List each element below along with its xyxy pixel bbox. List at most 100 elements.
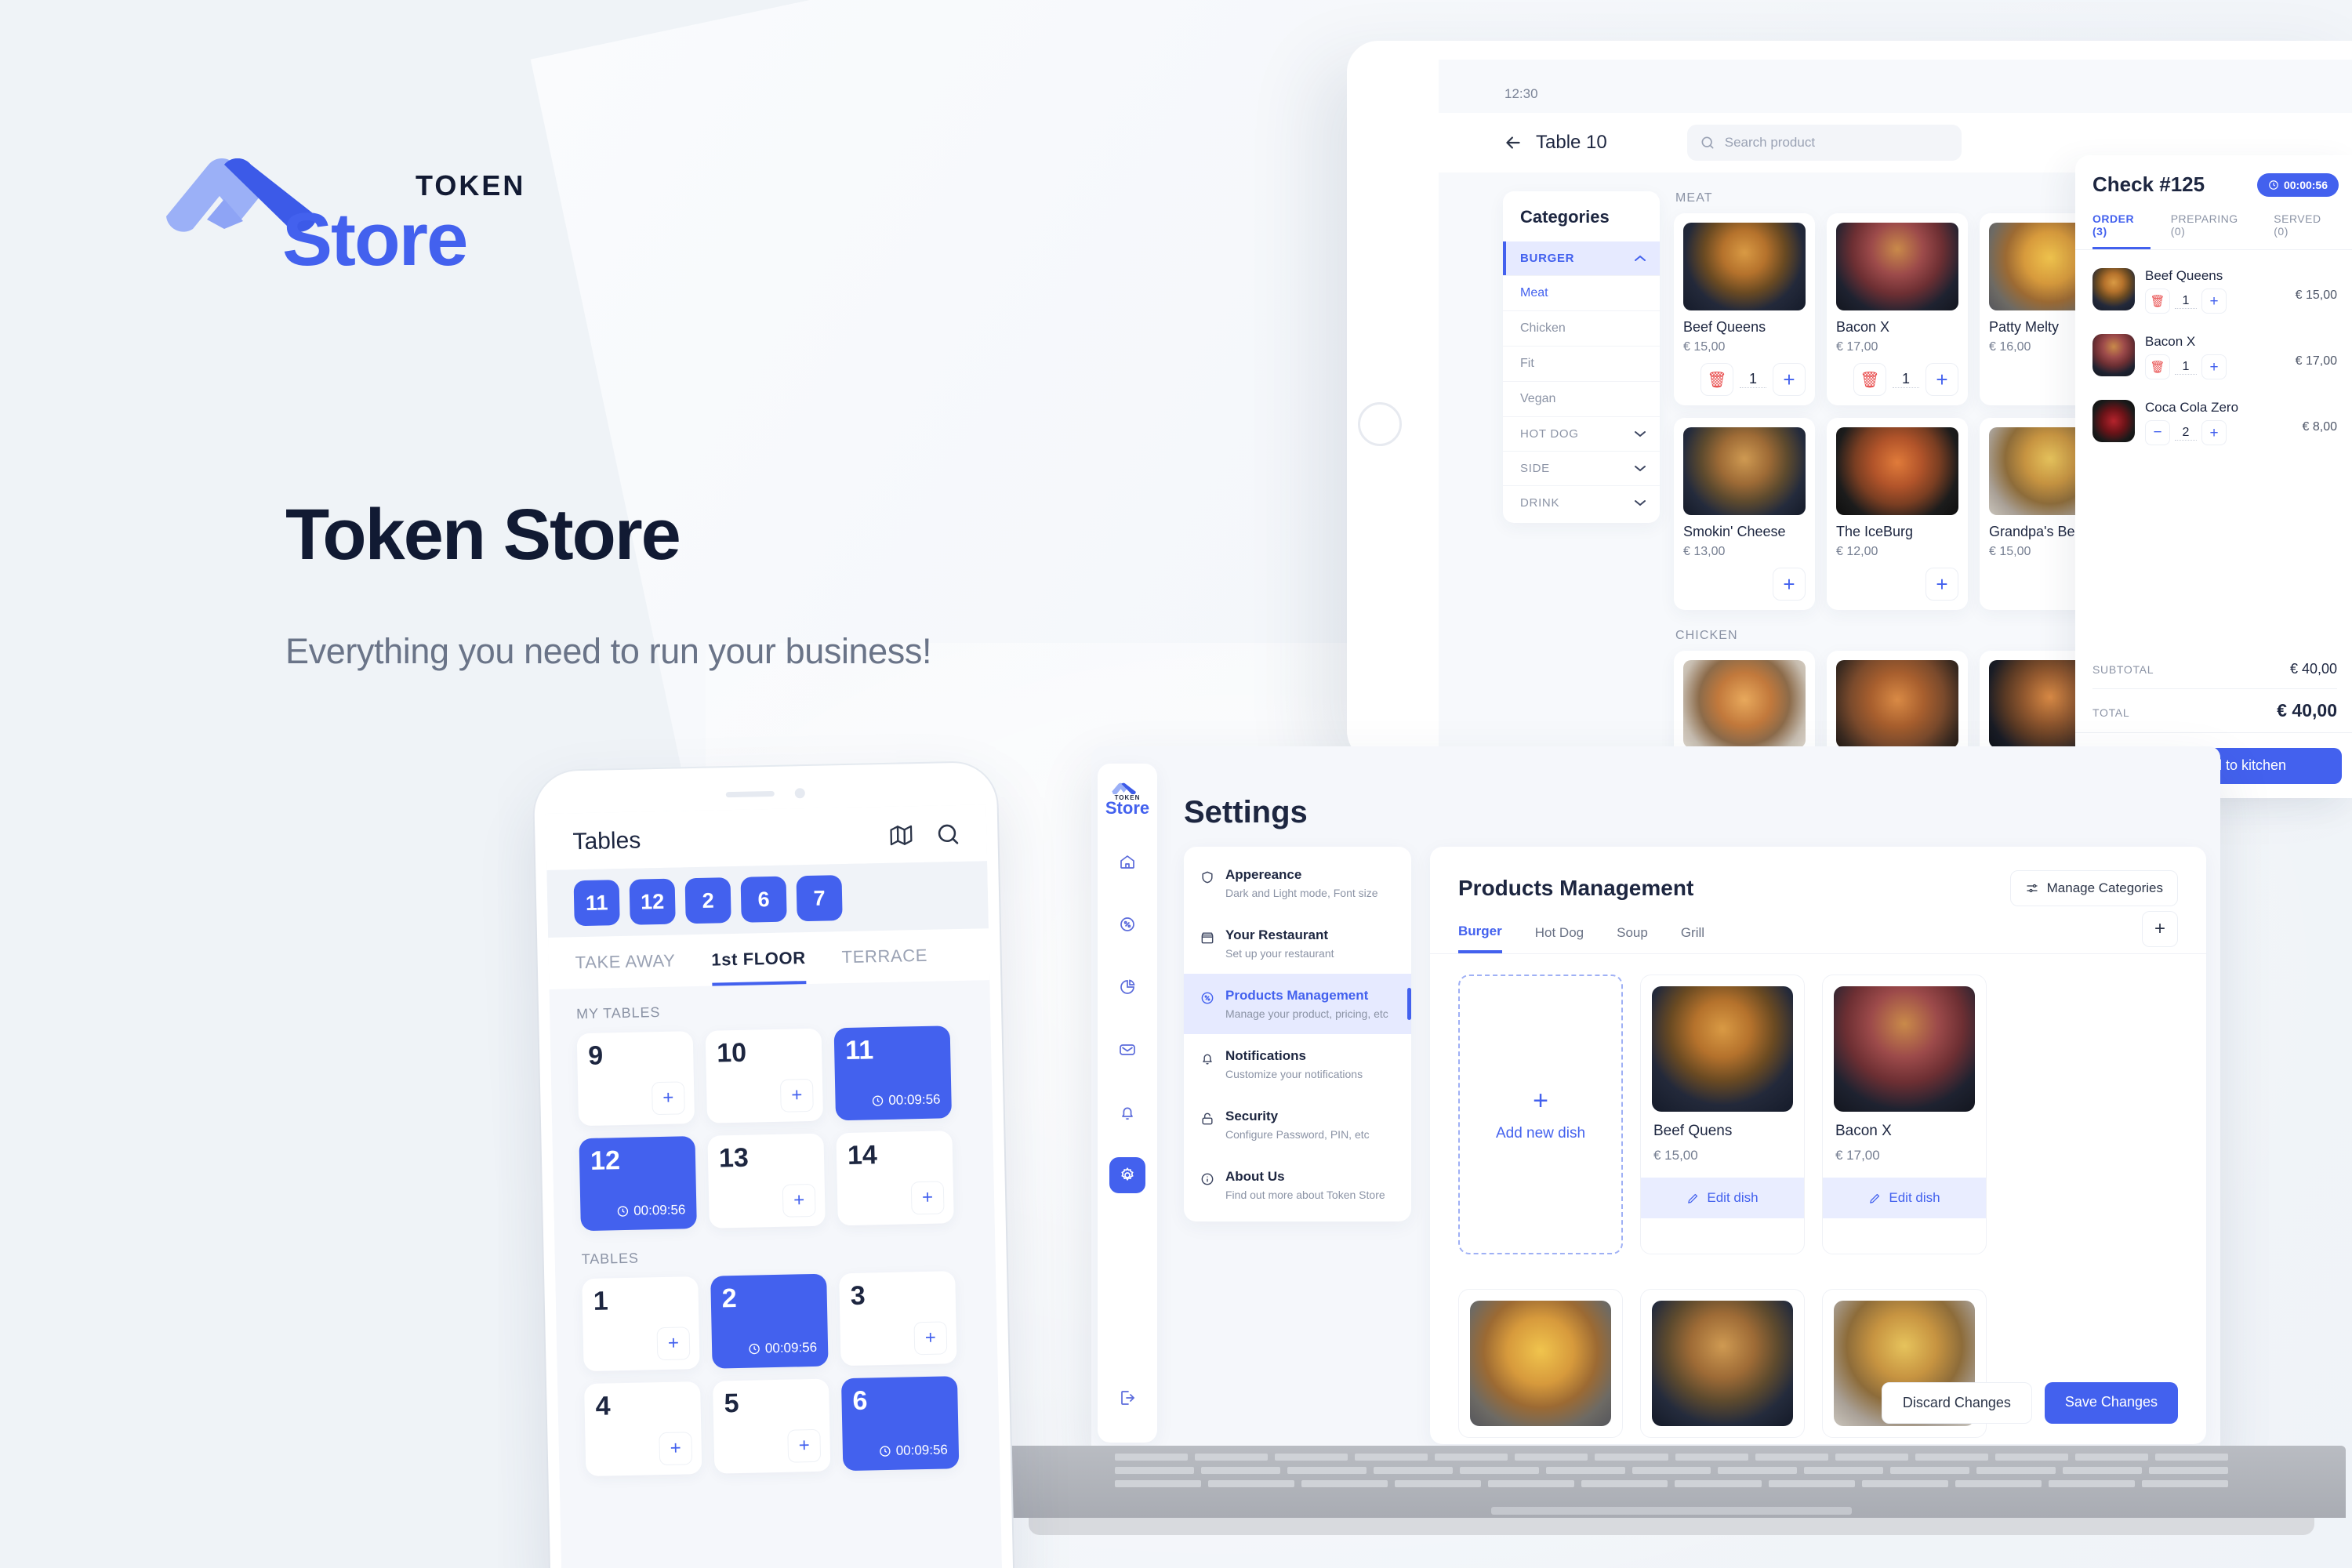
sidebar-item-logout[interactable] [1109, 1380, 1145, 1416]
tablet-home-button[interactable] [1358, 402, 1402, 446]
dish-card[interactable] [1640, 1289, 1805, 1438]
phone-device: Tables 11 12 2 6 7 TAKE AWAY 1st FLOOR T… [533, 761, 1014, 1568]
my-tables-grid: 9 + 10 + 11 00:09:56 12 00:09:56 13 + 14… [576, 1025, 971, 1232]
tab-served[interactable]: SERVED (0) [2274, 212, 2337, 249]
check-item-name: Bacon X [2145, 334, 2196, 349]
add-order-button[interactable]: + [913, 1321, 948, 1356]
add-button[interactable]: + [2201, 354, 2227, 379]
table-card[interactable]: 13 + [707, 1133, 826, 1229]
tab-hot-dog[interactable]: Hot Dog [1535, 925, 1584, 952]
dish-card[interactable] [1458, 1289, 1623, 1438]
add-order-button[interactable]: + [779, 1078, 814, 1112]
category-group-drink[interactable]: DRINK [1503, 485, 1660, 520]
category-item-vegan[interactable]: Vegan [1503, 381, 1660, 416]
tab-grill[interactable]: Grill [1681, 925, 1704, 952]
edit-dish-button[interactable]: Edit dish [1641, 1178, 1804, 1218]
table-card[interactable]: 3 + [839, 1271, 957, 1367]
remove-button[interactable]: 🗑 [2145, 289, 2170, 314]
sidebar-item-home[interactable] [1109, 844, 1145, 880]
add-order-button[interactable]: + [656, 1327, 691, 1361]
discard-changes-button[interactable]: Discard Changes [1881, 1382, 2032, 1424]
category-group-side[interactable]: SIDE [1503, 451, 1660, 485]
table-chip[interactable]: 6 [740, 876, 787, 923]
table-card[interactable]: 10 + [705, 1028, 824, 1123]
product-card[interactable]: Bacon X € 17,00 🗑 1 + [1827, 213, 1968, 405]
search-icon[interactable] [935, 821, 962, 848]
add-order-button[interactable]: + [659, 1432, 693, 1466]
table-chip[interactable]: 12 [629, 878, 676, 925]
tab-burger[interactable]: Burger [1458, 924, 1502, 953]
add-order-button[interactable]: + [910, 1181, 945, 1215]
tab-order[interactable]: ORDER (3) [2092, 212, 2151, 249]
category-item-meat[interactable]: Meat [1503, 275, 1660, 310]
trash-icon: 🗑 [2150, 361, 2165, 374]
add-order-button[interactable]: + [782, 1183, 816, 1218]
tab-preparing[interactable]: PREPARING (0) [2171, 212, 2254, 249]
product-card[interactable]: Smokin' Cheese € 13,00 + [1674, 418, 1815, 610]
add-button[interactable]: + [1926, 568, 1958, 601]
category-item-fit[interactable]: Fit [1503, 346, 1660, 381]
home-icon [1120, 855, 1134, 869]
edit-dish-button[interactable]: Edit dish [1823, 1178, 1986, 1218]
settings-item-products-management[interactable]: Products Management Manage your product,… [1184, 974, 1411, 1034]
pie-chart-icon [1120, 979, 1135, 994]
table-card[interactable]: 14 + [836, 1131, 954, 1226]
category-group-hotdog[interactable]: HOT DOG [1503, 416, 1660, 451]
table-card[interactable]: 6 00:09:56 [840, 1376, 960, 1472]
product-image [1836, 223, 1958, 310]
add-order-button[interactable]: + [787, 1428, 822, 1463]
search-input[interactable]: Search product [1686, 125, 1962, 161]
arrow-left-icon[interactable] [1503, 132, 1523, 153]
sidebar-item-notifications[interactable] [1109, 1094, 1145, 1131]
sidebar-item-messages[interactable] [1109, 1032, 1145, 1068]
settings-item-about-us[interactable]: About Us Find out more about Token Store [1184, 1155, 1411, 1215]
add-new-dish-card[interactable]: + Add new dish [1458, 975, 1623, 1254]
dish-card[interactable]: Beef Quens € 15,00 Edit dish [1640, 975, 1805, 1254]
table-chip[interactable]: 7 [796, 875, 843, 922]
sidebar-item-settings[interactable] [1109, 1157, 1145, 1193]
settings-item-notifications[interactable]: Notifications Customize your notificatio… [1184, 1034, 1411, 1094]
add-button[interactable]: + [1773, 363, 1806, 396]
map-icon[interactable] [887, 822, 915, 849]
category-item-chicken[interactable]: Chicken [1503, 310, 1660, 346]
add-button[interactable]: + [1926, 363, 1958, 396]
table-card[interactable]: 5 + [712, 1378, 831, 1474]
remove-button[interactable]: 🗑 [1853, 363, 1886, 396]
table-card[interactable]: 2 00:09:56 [710, 1273, 829, 1369]
clock-icon [880, 1446, 891, 1457]
dish-card[interactable]: Bacon X € 17,00 Edit dish [1822, 975, 1987, 1254]
table-card[interactable]: 4 + [584, 1381, 702, 1477]
table-chip[interactable]: 2 [684, 877, 731, 924]
tab-take-away[interactable]: TAKE AWAY [575, 951, 676, 989]
table-card[interactable]: 9 + [576, 1031, 695, 1127]
section-label-my-tables: MY TABLES [575, 1004, 661, 1022]
add-category-button[interactable]: + [2142, 911, 2178, 947]
remove-button[interactable]: 🗑 [2145, 354, 2170, 379]
table-card[interactable]: 11 00:09:56 [833, 1025, 953, 1121]
table-card[interactable]: 12 00:09:56 [579, 1136, 697, 1232]
product-card[interactable]: The IceBurg € 12,00 + [1827, 418, 1968, 610]
add-order-button[interactable]: + [651, 1081, 685, 1116]
product-card[interactable]: Chick 'N' Licking € 13,00 + [1827, 651, 1968, 750]
product-card[interactable]: Beef Queens € 15,00 🗑 1 + [1674, 213, 1815, 405]
table-chip[interactable]: 11 [573, 880, 620, 927]
manage-categories-button[interactable]: Manage Categories [2009, 870, 2178, 906]
tab-soup[interactable]: Soup [1617, 925, 1648, 952]
settings-item-your-restaurant[interactable]: Your Restaurant Set up your restaurant [1184, 913, 1411, 974]
tab-terrace[interactable]: TERRACE [841, 946, 927, 983]
phone-screen: Tables 11 12 2 6 7 TAKE AWAY 1st FLOOR T… [545, 804, 1004, 1568]
add-button[interactable]: + [1773, 568, 1806, 601]
table-card[interactable]: 1 + [582, 1276, 700, 1372]
add-button[interactable]: + [2201, 289, 2227, 314]
settings-item-appereance[interactable]: Appereance Dark and Light mode, Font siz… [1184, 853, 1411, 913]
add-button[interactable]: + [2201, 420, 2227, 445]
tab-1st-floor[interactable]: 1st FLOOR [711, 948, 807, 986]
remove-button[interactable]: 🗑 [1700, 363, 1733, 396]
save-changes-button[interactable]: Save Changes [2044, 1382, 2178, 1424]
decrement-button[interactable]: − [2145, 420, 2170, 445]
sidebar-item-reports[interactable] [1109, 969, 1145, 1005]
sidebar-item-discounts[interactable] [1109, 906, 1145, 942]
settings-item-security[interactable]: Security Configure Password, PIN, etc [1184, 1094, 1411, 1155]
product-card[interactable]: Cheeky Buns € 12,00 + [1674, 651, 1815, 750]
category-group-burger[interactable]: BURGER [1503, 241, 1660, 275]
